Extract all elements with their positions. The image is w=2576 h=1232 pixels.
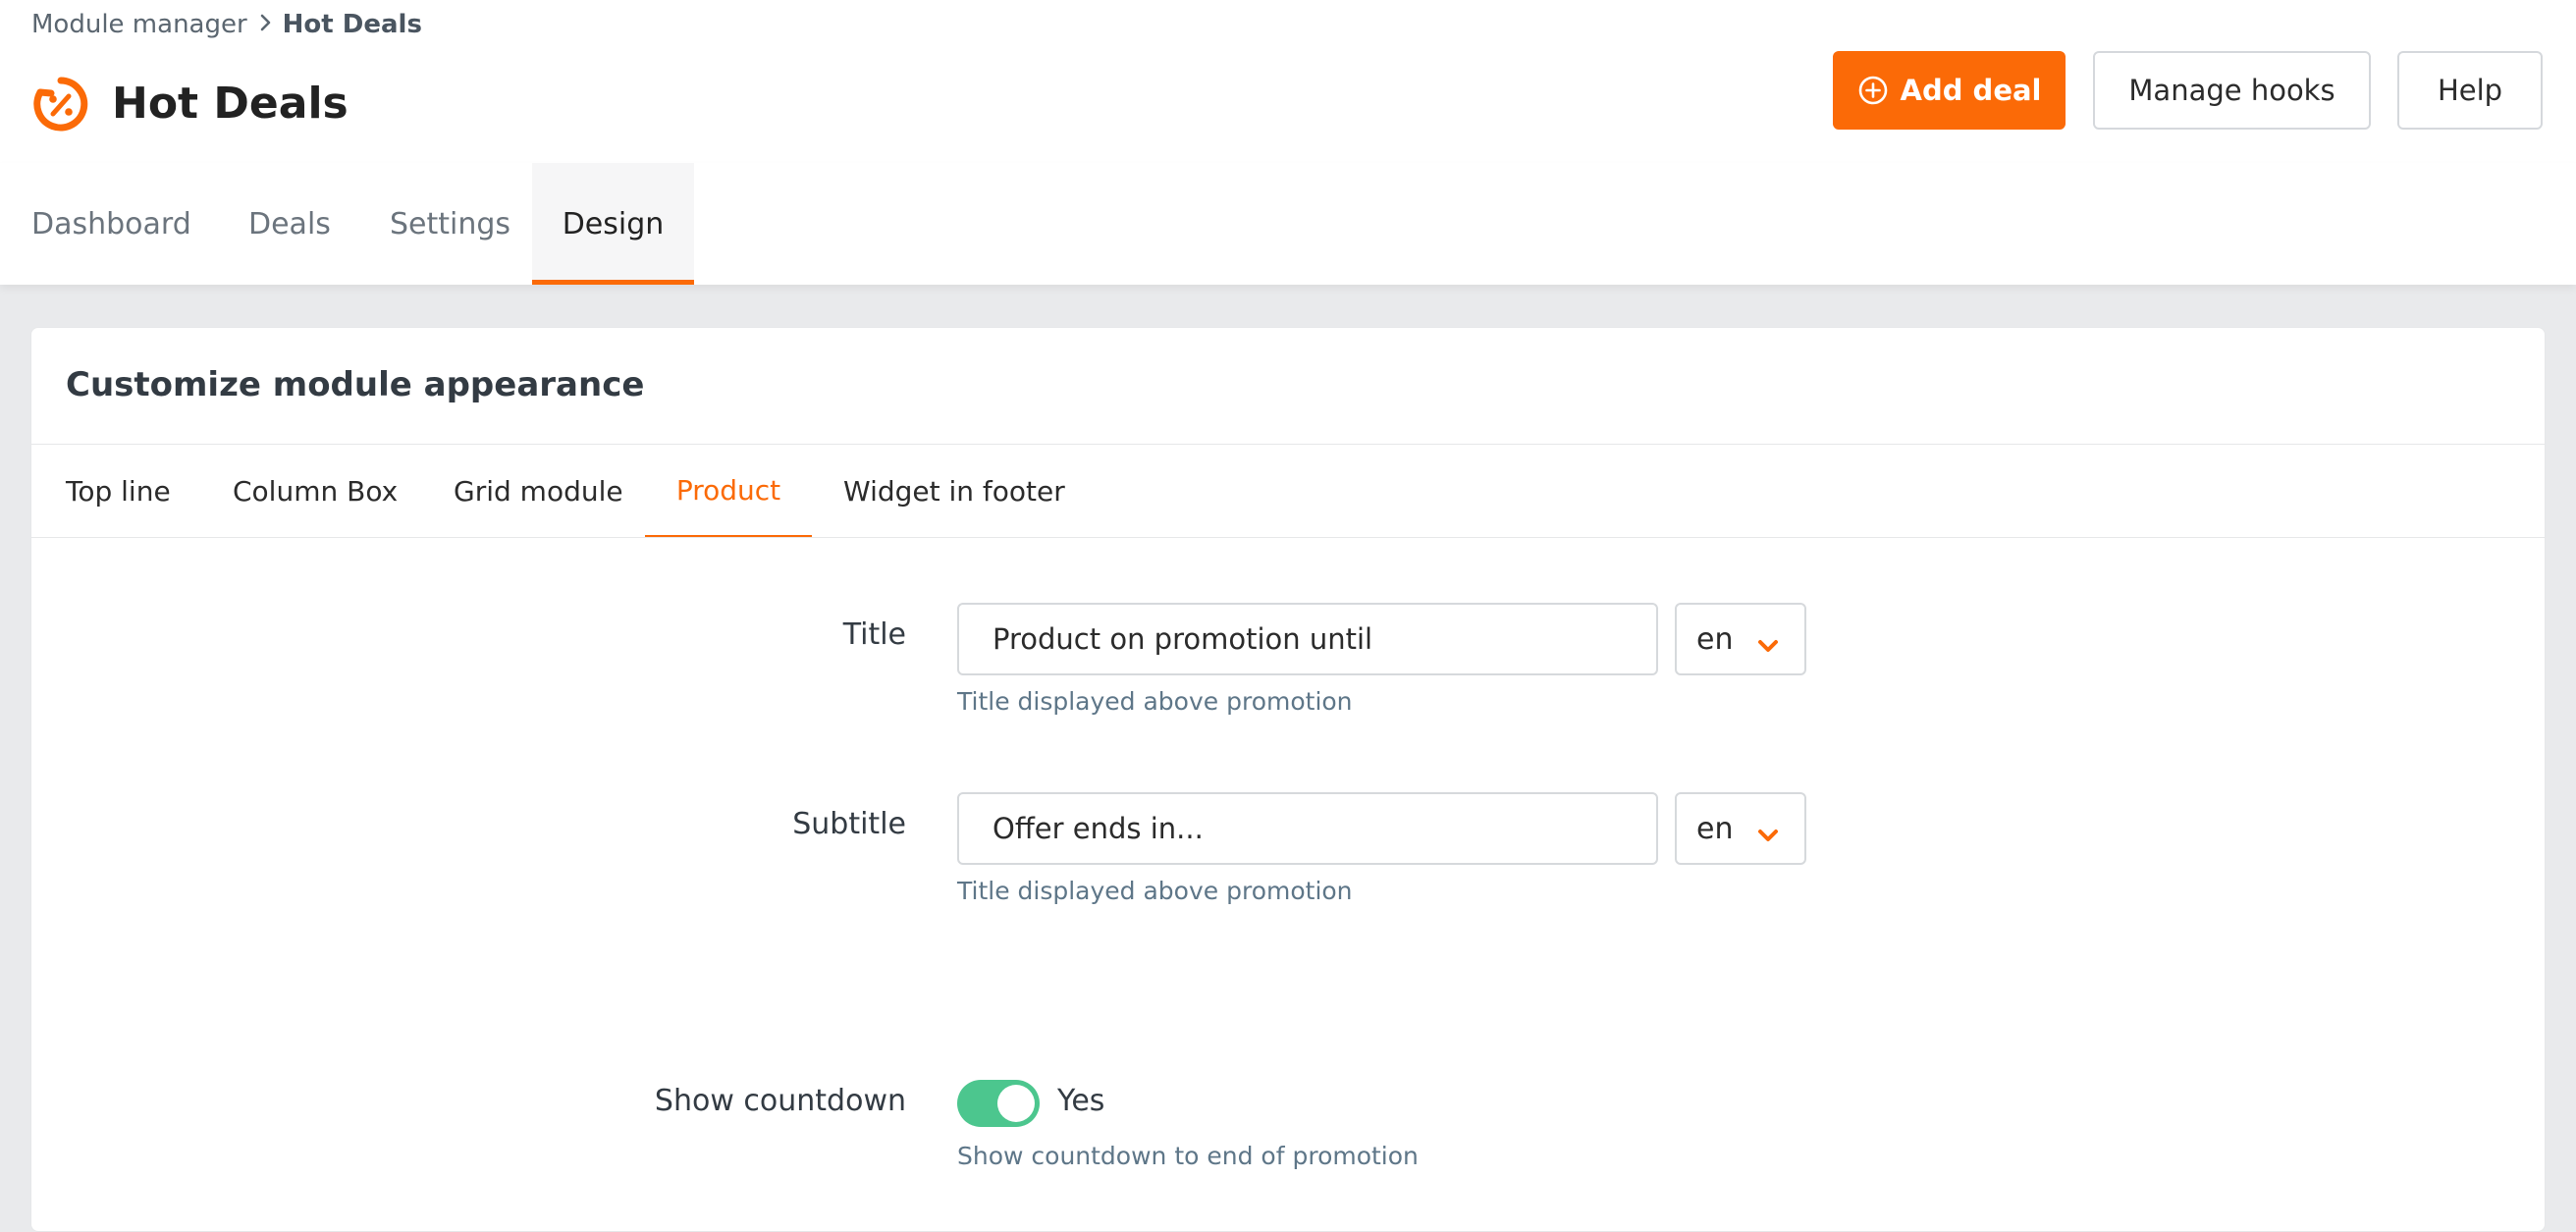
show-countdown-help-text: Show countdown to end of promotion — [957, 1142, 1419, 1170]
subtab-top-line[interactable]: Top line — [66, 445, 171, 537]
subtitle-label: Subtitle — [792, 807, 906, 841]
subtab-grid-module[interactable]: Grid module — [454, 445, 623, 537]
card-title: Customize module appearance — [66, 365, 645, 404]
title-input[interactable] — [957, 603, 1658, 675]
show-countdown-toggle[interactable] — [957, 1080, 1040, 1127]
hot-deals-timer-icon — [31, 75, 90, 134]
title-help-text: Title displayed above promotion — [957, 687, 1353, 716]
tab-deals[interactable]: Deals — [248, 163, 331, 285]
main-tabs: Dashboard Deals Settings Design — [0, 163, 2576, 285]
card-divider — [31, 444, 2545, 445]
title-label: Title — [842, 617, 906, 652]
show-countdown-state: Yes — [1057, 1084, 1105, 1118]
title-language-value: en — [1696, 621, 1734, 657]
appearance-card: Customize module appearance Top line Col… — [30, 327, 2546, 1232]
page-title: Hot Deals — [112, 79, 349, 129]
subtitle-help-text: Title displayed above promotion — [957, 877, 1353, 905]
help-button[interactable]: Help — [2397, 51, 2543, 130]
chevron-down-icon — [1757, 820, 1779, 841]
tab-settings[interactable]: Settings — [390, 163, 510, 285]
chevron-right-icon — [259, 10, 273, 39]
tab-dashboard[interactable]: Dashboard — [31, 163, 191, 285]
subtab-column-box[interactable]: Column Box — [233, 445, 398, 537]
subtitle-language-select[interactable]: en — [1675, 792, 1806, 865]
breadcrumb-current: Hot Deals — [282, 10, 422, 39]
add-deal-label: Add deal — [1900, 74, 2042, 107]
subtitle-language-value: en — [1696, 811, 1734, 846]
subtab-widget-in-footer[interactable]: Widget in footer — [843, 445, 1065, 537]
toggle-knob — [997, 1085, 1035, 1122]
add-deal-button[interactable]: Add deal — [1833, 51, 2066, 130]
subtabs-divider — [31, 537, 2545, 538]
plus-circle-icon — [1857, 75, 1889, 106]
chevron-down-icon — [1757, 630, 1779, 652]
subtab-product[interactable]: Product — [645, 445, 812, 537]
page-header: Module manager Hot Deals Hot Deals Add d… — [0, 0, 2576, 164]
title-language-select[interactable]: en — [1675, 603, 1806, 675]
breadcrumb: Module manager Hot Deals — [31, 10, 422, 39]
tab-design[interactable]: Design — [532, 163, 694, 285]
manage-hooks-button[interactable]: Manage hooks — [2093, 51, 2371, 130]
show-countdown-label: Show countdown — [654, 1084, 906, 1118]
subtitle-input[interactable] — [957, 792, 1658, 865]
breadcrumb-link-module-manager[interactable]: Module manager — [31, 10, 247, 39]
